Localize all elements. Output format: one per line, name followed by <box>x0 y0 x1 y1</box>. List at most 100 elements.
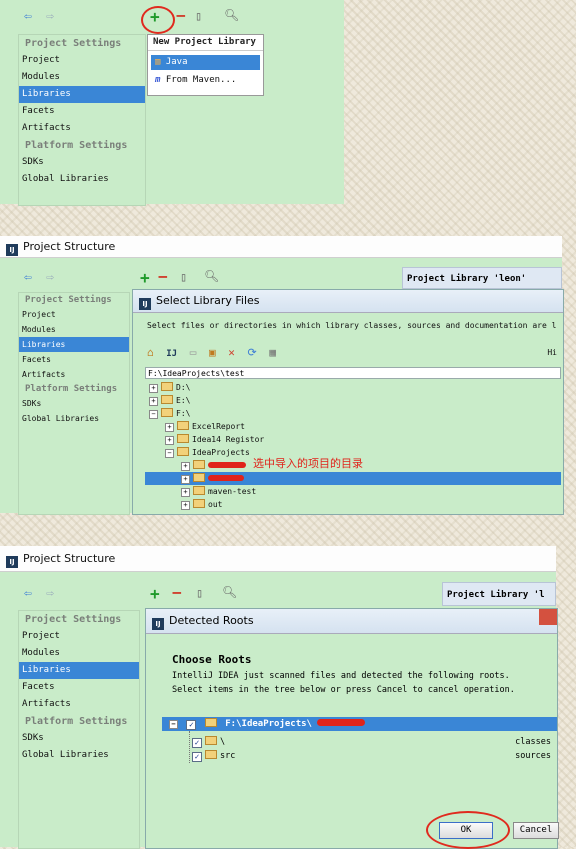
expand-icon[interactable]: + <box>165 436 174 445</box>
sidebar-item-sdks[interactable]: SDKs <box>19 730 139 747</box>
sidebar-item-modules[interactable]: Modules <box>19 69 145 86</box>
show-hidden-icon[interactable]: ▦ <box>269 346 276 359</box>
expand-icon[interactable]: + <box>149 397 158 406</box>
tree-row-idea14[interactable]: + Idea14 Registor <box>165 433 264 446</box>
tree-row-maven-test[interactable]: + maven-test <box>181 485 256 498</box>
library-header: Project Library 'l <box>442 582 556 606</box>
tree-row-f[interactable]: − F:\ <box>149 407 190 420</box>
sidebar-item-facets[interactable]: Facets <box>19 103 145 120</box>
sidebar-item-modules[interactable]: Modules <box>19 645 139 662</box>
library-header: Project Library 'leon' <box>402 267 562 289</box>
home-icon[interactable]: ⌂ <box>147 346 154 359</box>
sidebar-item-facets[interactable]: Facets <box>19 679 139 696</box>
popup-title: New Project Library <box>148 35 263 51</box>
sidebar-item-project[interactable]: Project <box>19 628 139 645</box>
expand-icon[interactable]: + <box>181 488 190 497</box>
ok-button[interactable]: OK <box>439 822 493 839</box>
refresh-icon[interactable]: ⟳ <box>247 346 256 359</box>
close-button[interactable] <box>539 609 557 625</box>
panel-2: IJ Project Structure ⇦ ⇨ + − ▯ 🔍︎ Project… <box>0 236 564 515</box>
sidebar-item-libraries[interactable]: Libraries <box>19 662 139 679</box>
folder-icon[interactable]: ▭ <box>190 346 197 359</box>
selected-root-row[interactable]: − ✓ F:\IdeaProjects\ <box>162 717 557 731</box>
delete-icon[interactable]: ✕ <box>228 346 235 359</box>
popup-item-maven[interactable]: m From Maven... <box>151 73 260 88</box>
back-arrow-icon[interactable]: ⇦ <box>24 270 32 285</box>
sidebar-item-libraries[interactable]: Libraries <box>19 86 145 103</box>
forward-arrow-icon[interactable]: ⇨ <box>46 9 54 24</box>
expand-icon[interactable]: + <box>149 384 158 393</box>
sidebar: Project Settings Project Modules Librari… <box>18 34 146 206</box>
cancel-button[interactable]: Cancel <box>513 822 559 839</box>
copy-icon[interactable]: ▯ <box>196 586 203 600</box>
search-icon[interactable]: 🔍︎ <box>204 269 219 283</box>
copy-icon[interactable]: ▯ <box>180 270 187 284</box>
collapse-icon[interactable]: − <box>165 449 174 458</box>
sidebar-item-sdks[interactable]: SDKs <box>19 154 145 171</box>
forward-arrow-icon[interactable]: ⇨ <box>46 586 54 601</box>
child-name: \ <box>220 737 226 747</box>
sidebar-item-global-libraries[interactable]: Global Libraries <box>19 171 145 188</box>
child-checkbox[interactable]: ✓ <box>192 738 202 748</box>
remove-icon[interactable]: − <box>158 267 168 286</box>
back-arrow-icon[interactable]: ⇦ <box>24 9 32 24</box>
back-arrow-icon[interactable]: ⇦ <box>24 586 32 601</box>
sidebar-item-facets[interactable]: Facets <box>19 352 129 367</box>
expand-icon[interactable]: + <box>181 501 190 510</box>
add-icon[interactable]: + <box>150 7 160 26</box>
redaction-mark <box>317 719 366 726</box>
tree-row-ideaprojects[interactable]: − IdeaProjects <box>165 446 250 459</box>
sidebar-item-sdks[interactable]: SDKs <box>19 396 129 411</box>
add-icon[interactable]: + <box>150 584 160 603</box>
expand-icon[interactable]: + <box>181 462 190 471</box>
tree-row-out[interactable]: + out <box>181 498 222 511</box>
tree-row-e[interactable]: + E:\ <box>149 394 190 407</box>
folder-icon <box>177 434 189 443</box>
collapse-icon[interactable]: − <box>149 410 158 419</box>
panel-3: IJ Project Structure ⇦ ⇨ + − ▯ 🔍︎ Project… <box>0 546 559 849</box>
tree-row-excelreport[interactable]: + ExcelReport <box>165 420 245 433</box>
sidebar-item-artifacts[interactable]: Artifacts <box>19 120 145 137</box>
sidebar-item-libraries[interactable]: Libraries <box>19 337 129 352</box>
child-row-sources[interactable]: ✓ src sources <box>192 749 557 763</box>
intellij-logo-icon: IJ <box>139 298 151 310</box>
expand-icon[interactable]: + <box>181 475 190 484</box>
sidebar-item-project[interactable]: Project <box>19 52 145 69</box>
sidebar-item-artifacts[interactable]: Artifacts <box>19 367 129 382</box>
project-icon[interactable]: IJ <box>166 349 177 359</box>
instruction-text: Select files or directories in which lib… <box>147 321 557 330</box>
remove-icon[interactable]: − <box>176 6 186 25</box>
sidebar-item-artifacts[interactable]: Artifacts <box>19 696 139 713</box>
sidebar-item-project[interactable]: Project <box>19 307 129 322</box>
sidebar-item-global-libraries[interactable]: Global Libraries <box>19 411 129 426</box>
file-tree: + D:\ + E:\ − F:\ + ExcelReport + Idea14 Regi… <box>145 381 561 514</box>
popup-item-maven-label: From Maven... <box>165 75 237 85</box>
tree-guide <box>189 731 191 763</box>
root-checkbox[interactable]: ✓ <box>186 720 197 730</box>
tree-row-redacted-1[interactable]: + <box>181 459 246 472</box>
window-title: Project Structure <box>23 240 116 253</box>
expand-icon[interactable]: + <box>165 423 174 432</box>
remove-icon[interactable]: − <box>172 583 182 602</box>
add-icon[interactable]: + <box>140 268 150 287</box>
popup-item-java[interactable]: ▥ Java <box>151 55 260 70</box>
path-field[interactable]: F:\IdeaProjects\test <box>145 367 561 379</box>
new-folder-icon[interactable]: ▣ <box>209 346 216 359</box>
sidebar-item-global-libraries[interactable]: Global Libraries <box>19 747 139 764</box>
search-icon[interactable]: 🔍︎ <box>222 585 237 599</box>
child-checkbox[interactable]: ✓ <box>192 752 202 762</box>
collapse-icon[interactable]: − <box>169 720 178 729</box>
new-library-popup: New Project Library ▥ Java m From Maven.… <box>147 34 264 96</box>
search-icon[interactable]: 🔍︎ <box>224 8 239 22</box>
tree-row-d[interactable]: + D:\ <box>149 381 190 394</box>
sidebar-item-modules[interactable]: Modules <box>19 322 129 337</box>
sidebar-heading-platform: Platform Settings <box>25 716 128 727</box>
hide-path-label[interactable]: Hi <box>547 348 557 357</box>
window-title-bar: IJ Project Structure <box>0 546 556 572</box>
forward-arrow-icon[interactable]: ⇨ <box>46 270 54 285</box>
child-row-classes[interactable]: ✓ \ classes <box>192 735 557 749</box>
tree-row-redacted-selected[interactable]: + <box>181 472 244 485</box>
copy-icon[interactable]: ▯ <box>195 9 202 23</box>
child-kind: sources <box>515 751 551 761</box>
java-icon: ▥ <box>155 57 161 67</box>
